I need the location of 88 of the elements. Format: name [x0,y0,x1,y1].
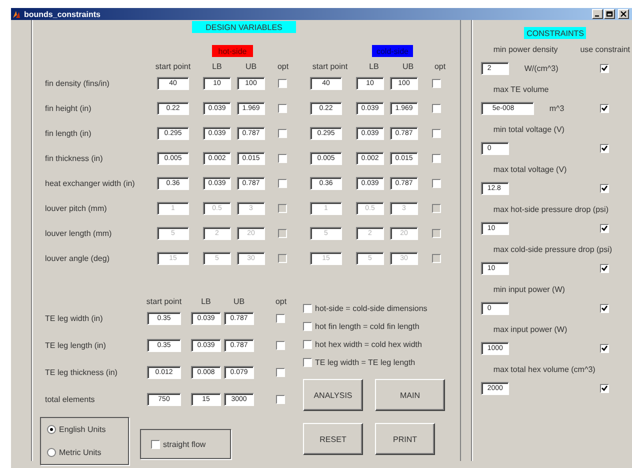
radio-button[interactable] [47,448,56,457]
column-header: UB [232,296,246,306]
checkbox[interactable] [432,79,441,88]
window-title: bounds_constraints [24,10,100,18]
field-label: fin density (fins/in) [45,79,110,88]
field-label: TE leg width (in) [45,314,104,323]
column-header: LB [211,62,223,70]
checkbox[interactable] [600,104,609,112]
close-icon [620,11,627,17]
checkbox-label: hot-side = cold-side dimensions [315,304,428,313]
unit-label: W/(cm^3) [524,64,558,72]
column-header: opt [433,62,447,70]
checkbox[interactable] [278,79,287,88]
radio-label: Metric Units [59,448,102,457]
checkbox[interactable] [276,341,285,350]
field-label: louver angle (deg) [45,254,110,263]
section-title: CONSTRAINTS [524,27,586,39]
constraint-label: max total hex volume (cm^3) [493,364,596,374]
constraint-label: max hot-side pressure drop (psi) [493,204,608,214]
checkbox[interactable] [303,322,312,331]
side-label: hot-side [212,45,253,57]
maximize-button[interactable] [604,9,615,19]
section-title: DESIGN VARIABLES [192,21,296,33]
field-label: fin thickness (in) [45,154,104,163]
field-label: TE leg thickness (in) [45,368,118,377]
checkbox[interactable] [432,129,441,138]
checkbox[interactable] [278,154,287,163]
radio-button[interactable] [47,425,56,434]
checkbox-label: straight flow [163,440,206,448]
column-header: start point [311,62,349,70]
checkbox[interactable] [600,304,609,312]
checkbox[interactable] [303,304,312,313]
checkbox[interactable] [600,224,609,232]
checkbox[interactable] [276,395,285,404]
column-header: UB [401,62,415,70]
field-label: fin length (in) [45,129,92,138]
checkbox[interactable] [278,129,287,138]
constraint-label: min input power (W) [493,284,565,294]
action-button[interactable]: ANALYSIS [303,379,363,411]
checkbox-label: hot fin length = cold fin length [315,322,420,331]
column-header: start point [154,62,192,70]
action-button[interactable]: PRINT [375,423,435,455]
unit-label: m^3 [549,104,564,112]
column-header: UB [244,62,258,70]
checkbox[interactable] [600,144,609,152]
checkbox[interactable] [151,440,160,448]
constraint-label: max input power (W) [493,324,568,334]
column-header: LB [200,296,212,306]
checkbox[interactable] [432,104,441,113]
column-header: LB [368,62,380,70]
maximize-icon [606,11,613,17]
checkbox[interactable] [303,358,312,367]
constraint-label: max total voltage (V) [493,164,567,174]
app-icon [12,10,21,18]
field-label: louver pitch (mm) [45,204,108,213]
field-label: louver length (mm) [45,229,113,238]
checkbox[interactable] [432,179,441,188]
constraint-label: min power density [493,44,558,54]
checkbox[interactable] [600,384,609,392]
field-label: heat exchanger width (in) [45,179,136,188]
checkbox[interactable] [278,179,287,188]
minimize-button[interactable] [592,9,603,19]
column-header: opt [274,296,288,306]
checkbox[interactable] [600,344,609,352]
action-button[interactable]: MAIN [375,379,445,411]
checkbox-label: hot hex width = cold hex width [315,340,422,349]
checkbox[interactable] [303,340,312,349]
checkbox[interactable] [432,154,441,163]
close-button[interactable] [618,9,629,19]
column-header: use constraint [580,44,630,54]
side-label: cold-side [372,45,413,57]
checkbox[interactable] [600,64,609,72]
constraint-label: min total voltage (V) [493,124,564,134]
constraint-label: max cold-side pressure drop (psi) [493,244,612,254]
checkbox[interactable] [276,368,285,377]
constraint-label: max TE volume [493,84,549,94]
checkbox[interactable] [276,314,285,323]
checkbox[interactable] [600,264,609,272]
field-label: total elements [45,395,96,404]
checkbox-label: TE leg width = TE leg length [315,358,416,367]
column-header: opt [276,62,290,70]
field-label: TE leg length (in) [45,341,107,350]
radio-label: English Units [59,425,106,434]
column-header: start point [145,296,183,306]
field-label: fin height (in) [45,104,92,113]
checkbox[interactable] [278,104,287,113]
checkbox[interactable] [600,184,609,192]
action-button[interactable]: RESET [303,423,363,455]
